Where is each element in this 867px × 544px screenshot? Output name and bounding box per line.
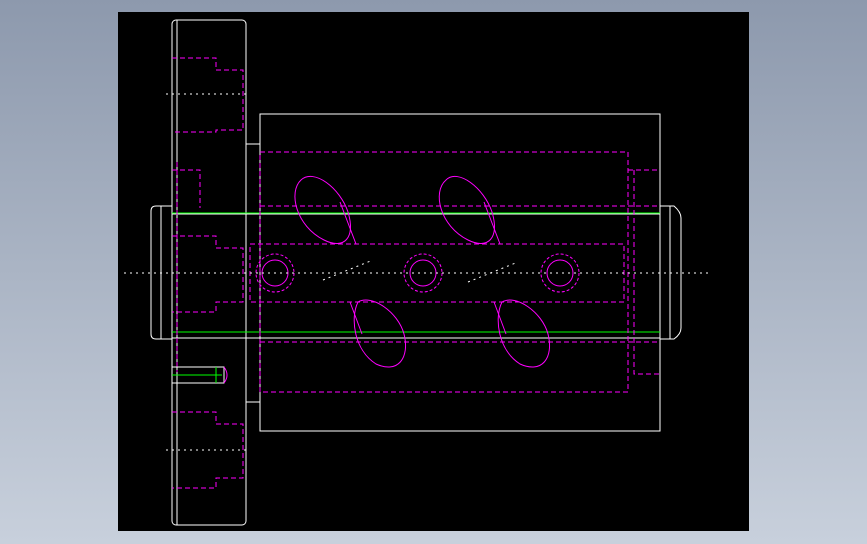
return-tube-upper-1 <box>294 175 352 244</box>
ball-screw-nut-drawing <box>124 19 708 526</box>
return-tube-upper-2 <box>438 175 496 244</box>
wiper-seat <box>633 170 660 375</box>
cad-viewport[interactable] <box>118 12 749 531</box>
bolt-hole-top <box>172 57 244 133</box>
screw-shaft <box>150 205 682 340</box>
bolt-hole-mid <box>172 235 244 313</box>
grease-fitting <box>171 366 228 384</box>
centerlines <box>124 93 708 451</box>
